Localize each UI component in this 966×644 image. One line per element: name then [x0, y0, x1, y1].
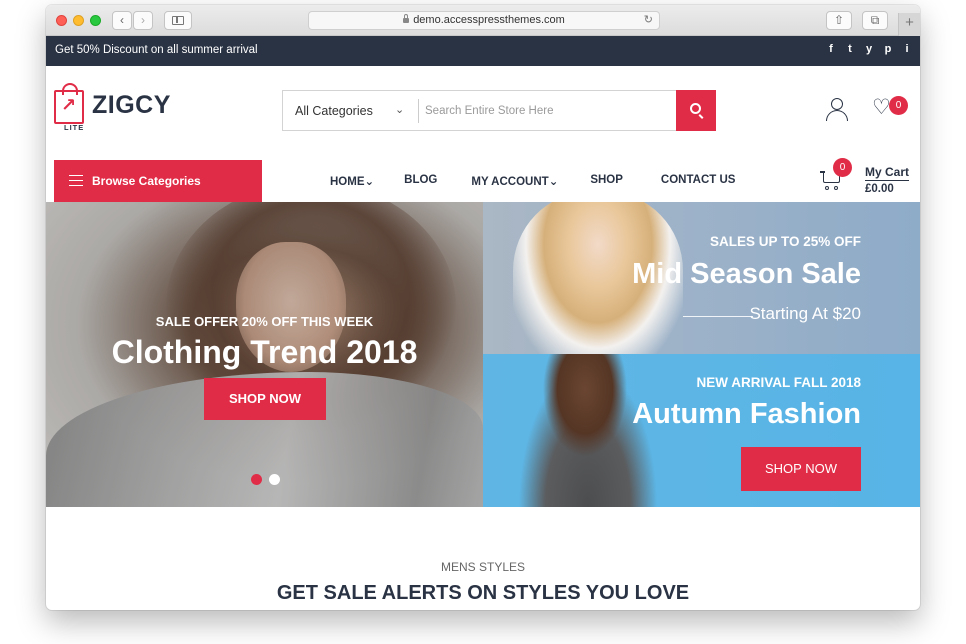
browser-toolbar: ‹ › demo.accesspressthemes.com ↻ ⇧ ⧉ + [46, 5, 920, 36]
back-icon[interactable]: ‹ [112, 11, 132, 30]
address-bar[interactable]: demo.accesspressthemes.com ↻ [308, 11, 660, 30]
brand-tag: LITE [64, 123, 85, 132]
instagram-icon[interactable]: i [902, 43, 912, 55]
wishlist-count-badge: 0 [889, 96, 908, 115]
user-account-icon[interactable] [826, 98, 848, 122]
promo-banner-mid-season[interactable]: SALES UP TO 25% OFF Mid Season Sale Star… [483, 202, 920, 354]
tabs-overview-icon[interactable]: ⧉ [862, 11, 888, 30]
search-button[interactable] [676, 90, 716, 131]
nav-item-contact-us[interactable]: CONTACT US [661, 174, 736, 188]
browse-categories-button[interactable]: Browse Categories [54, 160, 262, 202]
promo-subtitle: SALES UP TO 25% OFF [709, 234, 861, 249]
chevron-down-icon[interactable]: ⌄ [395, 103, 404, 116]
new-tab-icon[interactable]: + [898, 13, 920, 36]
shopping-bag-icon: ↗ [54, 83, 84, 124]
nav-item-home[interactable]: HOME⌄ [330, 174, 374, 188]
brand-name: ZIGCY [92, 91, 171, 119]
search-icon [690, 103, 701, 114]
cart-total: £0.00 [865, 183, 894, 195]
browser-window: ‹ › demo.accesspressthemes.com ↻ ⇧ ⧉ + G… [46, 5, 920, 610]
zoom-window-button[interactable] [90, 15, 101, 26]
promo-title: Mid Season Sale [632, 258, 861, 290]
hamburger-menu-icon [69, 175, 83, 186]
main-nav: HOME⌄ BLOG MY ACCOUNT⌄ SHOP CONTACT US [330, 174, 735, 188]
decorative-line [683, 316, 753, 317]
autumn-shop-now-button[interactable]: SHOP NOW [741, 447, 861, 491]
search-bar: All Categories ⌄ [282, 90, 716, 131]
search-input[interactable] [425, 99, 670, 122]
forward-icon[interactable]: › [133, 11, 153, 30]
hero-main-shop-now-button[interactable]: SHOP NOW [204, 378, 326, 420]
slider-dot-2[interactable] [269, 474, 280, 485]
promo-subtitle: NEW ARRIVAL FALL 2018 [696, 375, 861, 390]
pinterest-icon[interactable]: p [883, 43, 893, 55]
chevron-down-icon: ⌄ [548, 176, 559, 188]
cart-label: My Cart [865, 165, 910, 181]
category-select[interactable]: All Categories [295, 104, 373, 118]
hero-main-title: Clothing Trend 2018 [111, 334, 418, 370]
slider-dot-1[interactable] [251, 474, 262, 485]
chevron-down-icon: ⌄ [364, 176, 375, 188]
mini-cart[interactable]: My Cart £0.00 [865, 165, 910, 195]
sidebar-toggle-icon[interactable] [164, 11, 192, 30]
cart-count-badge: 0 [833, 158, 852, 177]
hero-main-subtitle: SALE OFFER 20% OFF THIS WEEK [155, 314, 374, 329]
nav-item-shop[interactable]: SHOP [590, 174, 623, 188]
section-subtitle: MENS STYLES [440, 560, 526, 574]
section-title: GET SALE ALERTS ON STYLES YOU LOVE [276, 582, 690, 604]
promo-price-note: Starting At $20 [749, 304, 861, 323]
nav-item-my-account[interactable]: MY ACCOUNT⌄ [471, 174, 558, 188]
lock-icon [403, 14, 410, 23]
social-links: f t y p i [826, 43, 912, 55]
reload-icon[interactable]: ↻ [644, 12, 653, 29]
promo-title: Autumn Fashion [632, 398, 861, 430]
url-text: demo.accesspressthemes.com [413, 14, 565, 26]
share-icon[interactable]: ⇧ [826, 11, 852, 30]
nav-item-blog[interactable]: BLOG [404, 174, 437, 188]
promo-bar: Get 50% Discount on all summer arrival f… [46, 36, 920, 66]
promo-banner-autumn: NEW ARRIVAL FALL 2018 Autumn Fashion SHO… [483, 354, 920, 507]
minimize-window-button[interactable] [73, 15, 84, 26]
hero-main-slide: SALE OFFER 20% OFF THIS WEEK Clothing Tr… [46, 202, 483, 507]
youtube-icon[interactable]: y [864, 43, 874, 55]
promo-text: Get 50% Discount on all summer arrival [55, 44, 258, 56]
twitter-icon[interactable]: t [845, 43, 855, 55]
facebook-icon[interactable]: f [826, 43, 836, 55]
close-window-button[interactable] [56, 15, 67, 26]
search-divider [418, 99, 419, 123]
site-logo[interactable]: ↗ ZIGCY LITE [54, 82, 184, 134]
browse-categories-label: Browse Categories [92, 174, 201, 188]
